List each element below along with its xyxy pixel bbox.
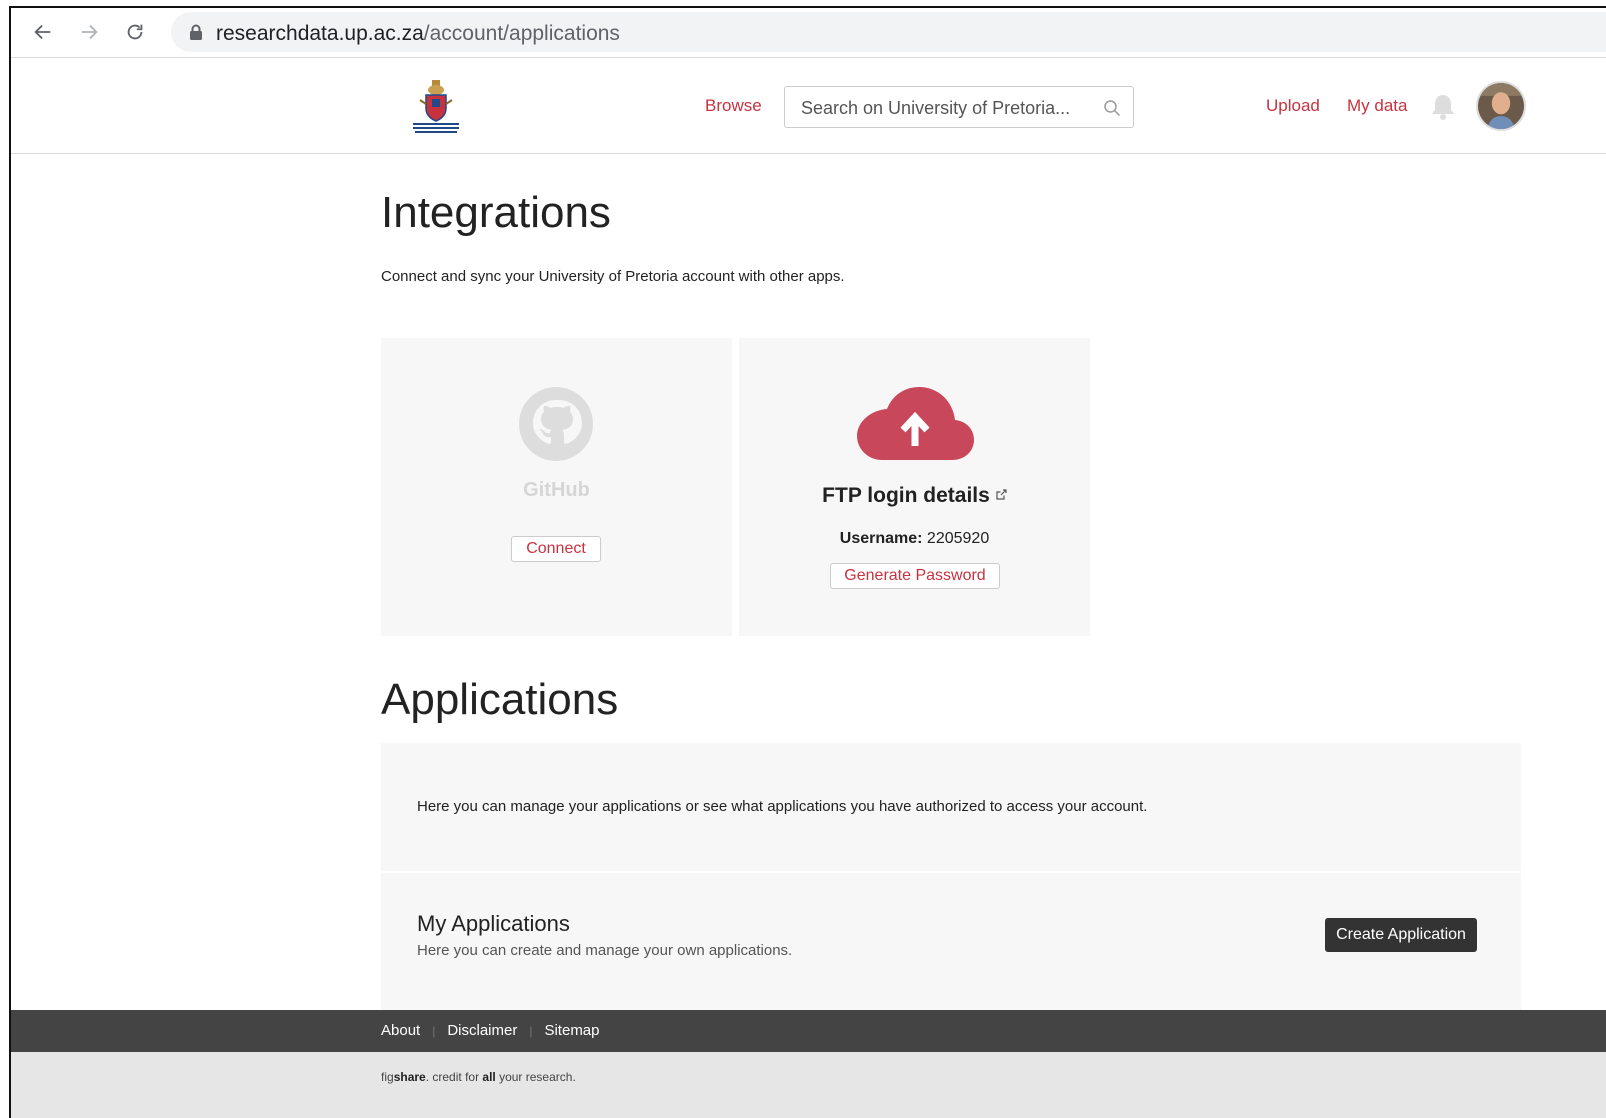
back-icon[interactable] — [29, 18, 57, 46]
footer-separator: | — [432, 1023, 436, 1038]
footer-links: About | Disclaimer | Sitemap — [381, 1022, 600, 1039]
footer-nav: About | Disclaimer | Sitemap — [11, 1010, 1606, 1052]
footer-disclaimer-link[interactable]: Disclaimer — [447, 1022, 517, 1039]
footer-about-link[interactable]: About — [381, 1022, 420, 1039]
applications-description: Here you can manage your applications or… — [417, 798, 1148, 815]
site-header: Browse Search on University of Pretoria.… — [11, 58, 1606, 154]
credit-end: your research. — [495, 1070, 576, 1084]
lock-icon — [190, 24, 202, 40]
my-applications-panel: My Applications Here you can create and … — [381, 873, 1521, 1013]
credit-share: share — [393, 1070, 426, 1084]
generate-password-button[interactable]: Generate Password — [830, 563, 1000, 589]
cloud-upload-icon — [857, 387, 974, 460]
applications-info-panel: Here you can manage your applications or… — [381, 743, 1521, 871]
url-host: researchdata.up.ac.za — [216, 22, 424, 45]
forward-icon[interactable] — [75, 18, 103, 46]
ftp-title-text: FTP login details — [822, 484, 990, 507]
search-input[interactable]: Search on University of Pretoria... — [784, 86, 1134, 128]
ftp-title: FTP login details — [739, 484, 1090, 508]
footer-sitemap-link[interactable]: Sitemap — [544, 1022, 599, 1039]
credit-mid: . credit for — [425, 1070, 483, 1084]
url-text: researchdata.up.ac.za/account/applicatio… — [216, 22, 620, 46]
browser-window: researchdata.up.ac.za/account/applicatio… — [9, 6, 1606, 1118]
github-title: GitHub — [523, 479, 590, 501]
nav-my-data[interactable]: My data — [1347, 96, 1407, 116]
username-value: 2205920 — [926, 530, 990, 547]
integrations-intro: Connect and sync your University of Pret… — [381, 268, 845, 285]
footer-separator: | — [529, 1023, 533, 1038]
search-icon[interactable] — [1103, 99, 1121, 117]
external-link-icon[interactable] — [996, 489, 1007, 500]
search-placeholder: Search on University of Pretoria... — [801, 98, 1071, 118]
reload-icon[interactable] — [121, 18, 149, 46]
university-crest-icon[interactable] — [407, 78, 465, 136]
github-connect-button[interactable]: Connect — [511, 536, 601, 562]
url-path: /account/applications — [423, 22, 620, 45]
create-application-button[interactable]: Create Application — [1325, 918, 1477, 952]
nav-browse[interactable]: Browse — [705, 96, 762, 116]
address-bar[interactable]: researchdata.up.ac.za/account/applicatio… — [171, 12, 1606, 52]
credit-all: all — [482, 1070, 496, 1084]
my-applications-subtitle: Here you can create and manage your own … — [417, 942, 793, 959]
figshare-credit: figshare. credit for all your research. — [381, 1070, 576, 1084]
my-applications-title: My Applications — [417, 911, 570, 936]
avatar[interactable] — [1476, 81, 1526, 131]
github-card: GitHub Connect — [381, 338, 732, 636]
notification-bell-icon[interactable] — [1430, 92, 1456, 120]
nav-upload[interactable]: Upload — [1266, 96, 1320, 116]
ftp-card: FTP login details Username: 2205920 Gene… — [739, 338, 1090, 636]
ftp-username: Username: 2205920 — [739, 530, 1090, 548]
applications-heading: Applications — [381, 675, 619, 724]
footer-credit-bar: figshare. credit for all your research. — [11, 1052, 1606, 1118]
integrations-heading: Integrations — [381, 188, 611, 237]
username-label: Username: — [839, 530, 923, 547]
browser-toolbar: researchdata.up.ac.za/account/applicatio… — [11, 8, 1606, 58]
github-icon — [519, 387, 593, 461]
credit-fig: fig — [381, 1070, 394, 1084]
